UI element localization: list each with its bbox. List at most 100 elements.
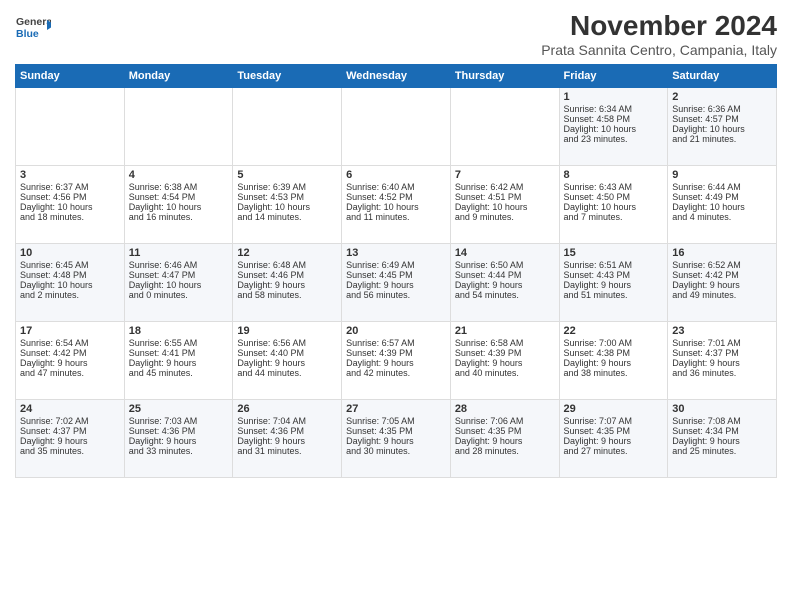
col-monday: Monday bbox=[124, 65, 233, 88]
day-info: and 54 minutes. bbox=[455, 290, 555, 300]
day-info: Daylight: 9 hours bbox=[455, 358, 555, 368]
day-info: and 38 minutes. bbox=[564, 368, 664, 378]
day-info: Daylight: 9 hours bbox=[672, 358, 772, 368]
day-info: Sunrise: 7:05 AM bbox=[346, 416, 446, 426]
day-info: Sunset: 4:39 PM bbox=[455, 348, 555, 358]
day-info: Sunset: 4:52 PM bbox=[346, 192, 446, 202]
calendar-cell bbox=[342, 88, 451, 166]
day-info: and 42 minutes. bbox=[346, 368, 446, 378]
calendar-cell: 21Sunrise: 6:58 AMSunset: 4:39 PMDayligh… bbox=[450, 322, 559, 400]
calendar-cell: 25Sunrise: 7:03 AMSunset: 4:36 PMDayligh… bbox=[124, 400, 233, 478]
calendar-cell: 24Sunrise: 7:02 AMSunset: 4:37 PMDayligh… bbox=[16, 400, 125, 478]
day-info: Sunset: 4:58 PM bbox=[564, 114, 664, 124]
calendar-cell: 18Sunrise: 6:55 AMSunset: 4:41 PMDayligh… bbox=[124, 322, 233, 400]
day-info: Sunset: 4:37 PM bbox=[20, 426, 120, 436]
day-number: 28 bbox=[455, 403, 555, 415]
day-info: Sunrise: 6:34 AM bbox=[564, 104, 664, 114]
day-info: and 56 minutes. bbox=[346, 290, 446, 300]
day-info: and 28 minutes. bbox=[455, 446, 555, 456]
calendar-cell: 12Sunrise: 6:48 AMSunset: 4:46 PMDayligh… bbox=[233, 244, 342, 322]
day-info: Sunset: 4:36 PM bbox=[129, 426, 229, 436]
day-info: Daylight: 9 hours bbox=[129, 358, 229, 368]
day-number: 12 bbox=[237, 247, 337, 259]
calendar-cell: 10Sunrise: 6:45 AMSunset: 4:48 PMDayligh… bbox=[16, 244, 125, 322]
day-number: 5 bbox=[237, 169, 337, 181]
day-number: 10 bbox=[20, 247, 120, 259]
day-number: 23 bbox=[672, 325, 772, 337]
calendar-cell bbox=[233, 88, 342, 166]
day-info: Daylight: 9 hours bbox=[237, 358, 337, 368]
day-info: and 11 minutes. bbox=[346, 212, 446, 222]
day-info: and 33 minutes. bbox=[129, 446, 229, 456]
day-info: Daylight: 9 hours bbox=[20, 358, 120, 368]
calendar-cell: 9Sunrise: 6:44 AMSunset: 4:49 PMDaylight… bbox=[668, 166, 777, 244]
day-number: 21 bbox=[455, 325, 555, 337]
day-number: 29 bbox=[564, 403, 664, 415]
day-number: 7 bbox=[455, 169, 555, 181]
week-row-4: 17Sunrise: 6:54 AMSunset: 4:42 PMDayligh… bbox=[16, 322, 777, 400]
day-info: Daylight: 9 hours bbox=[564, 358, 664, 368]
day-info: Sunrise: 6:37 AM bbox=[20, 182, 120, 192]
day-number: 30 bbox=[672, 403, 772, 415]
day-info: Sunset: 4:56 PM bbox=[20, 192, 120, 202]
day-info: Sunrise: 7:02 AM bbox=[20, 416, 120, 426]
day-number: 25 bbox=[129, 403, 229, 415]
day-info: Sunset: 4:46 PM bbox=[237, 270, 337, 280]
calendar-cell bbox=[16, 88, 125, 166]
week-row-3: 10Sunrise: 6:45 AMSunset: 4:48 PMDayligh… bbox=[16, 244, 777, 322]
calendar-cell: 23Sunrise: 7:01 AMSunset: 4:37 PMDayligh… bbox=[668, 322, 777, 400]
calendar-cell: 7Sunrise: 6:42 AMSunset: 4:51 PMDaylight… bbox=[450, 166, 559, 244]
day-number: 14 bbox=[455, 247, 555, 259]
day-info: and 23 minutes. bbox=[564, 134, 664, 144]
day-info: Sunrise: 6:38 AM bbox=[129, 182, 229, 192]
day-info: and 18 minutes. bbox=[20, 212, 120, 222]
day-info: Daylight: 10 hours bbox=[564, 124, 664, 134]
calendar-cell: 27Sunrise: 7:05 AMSunset: 4:35 PMDayligh… bbox=[342, 400, 451, 478]
day-info: Sunrise: 6:48 AM bbox=[237, 260, 337, 270]
day-info: Daylight: 9 hours bbox=[20, 436, 120, 446]
day-info: Daylight: 10 hours bbox=[564, 202, 664, 212]
day-info: Sunset: 4:45 PM bbox=[346, 270, 446, 280]
day-info: Sunset: 4:51 PM bbox=[455, 192, 555, 202]
day-info: Sunset: 4:35 PM bbox=[455, 426, 555, 436]
day-info: Sunrise: 6:45 AM bbox=[20, 260, 120, 270]
day-info: Sunrise: 6:42 AM bbox=[455, 182, 555, 192]
calendar-cell: 16Sunrise: 6:52 AMSunset: 4:42 PMDayligh… bbox=[668, 244, 777, 322]
day-info: Sunrise: 6:44 AM bbox=[672, 182, 772, 192]
day-info: and 7 minutes. bbox=[564, 212, 664, 222]
calendar-cell bbox=[450, 88, 559, 166]
day-number: 18 bbox=[129, 325, 229, 337]
day-info: and 31 minutes. bbox=[237, 446, 337, 456]
svg-text:General: General bbox=[16, 16, 51, 28]
day-info: and 44 minutes. bbox=[237, 368, 337, 378]
day-number: 6 bbox=[346, 169, 446, 181]
day-number: 9 bbox=[672, 169, 772, 181]
day-info: Sunrise: 6:54 AM bbox=[20, 338, 120, 348]
day-info: Sunrise: 7:03 AM bbox=[129, 416, 229, 426]
day-info: Sunset: 4:35 PM bbox=[346, 426, 446, 436]
week-row-2: 3Sunrise: 6:37 AMSunset: 4:56 PMDaylight… bbox=[16, 166, 777, 244]
calendar-table: Sunday Monday Tuesday Wednesday Thursday… bbox=[15, 64, 777, 478]
calendar-cell: 8Sunrise: 6:43 AMSunset: 4:50 PMDaylight… bbox=[559, 166, 668, 244]
day-info: Sunrise: 7:06 AM bbox=[455, 416, 555, 426]
col-sunday: Sunday bbox=[16, 65, 125, 88]
day-number: 26 bbox=[237, 403, 337, 415]
day-info: and 58 minutes. bbox=[237, 290, 337, 300]
day-info: Sunrise: 6:51 AM bbox=[564, 260, 664, 270]
day-info: and 35 minutes. bbox=[20, 446, 120, 456]
day-info: Sunrise: 6:50 AM bbox=[455, 260, 555, 270]
day-number: 15 bbox=[564, 247, 664, 259]
day-info: and 27 minutes. bbox=[564, 446, 664, 456]
day-number: 13 bbox=[346, 247, 446, 259]
week-row-5: 24Sunrise: 7:02 AMSunset: 4:37 PMDayligh… bbox=[16, 400, 777, 478]
location-subtitle: Prata Sannita Centro, Campania, Italy bbox=[541, 42, 777, 58]
day-info: Sunrise: 7:00 AM bbox=[564, 338, 664, 348]
calendar-cell: 6Sunrise: 6:40 AMSunset: 4:52 PMDaylight… bbox=[342, 166, 451, 244]
day-number: 24 bbox=[20, 403, 120, 415]
day-info: and 36 minutes. bbox=[672, 368, 772, 378]
column-headers: Sunday Monday Tuesday Wednesday Thursday… bbox=[16, 65, 777, 88]
calendar-cell: 20Sunrise: 6:57 AMSunset: 4:39 PMDayligh… bbox=[342, 322, 451, 400]
calendar-cell: 2Sunrise: 6:36 AMSunset: 4:57 PMDaylight… bbox=[668, 88, 777, 166]
calendar-cell: 26Sunrise: 7:04 AMSunset: 4:36 PMDayligh… bbox=[233, 400, 342, 478]
day-info: and 0 minutes. bbox=[129, 290, 229, 300]
